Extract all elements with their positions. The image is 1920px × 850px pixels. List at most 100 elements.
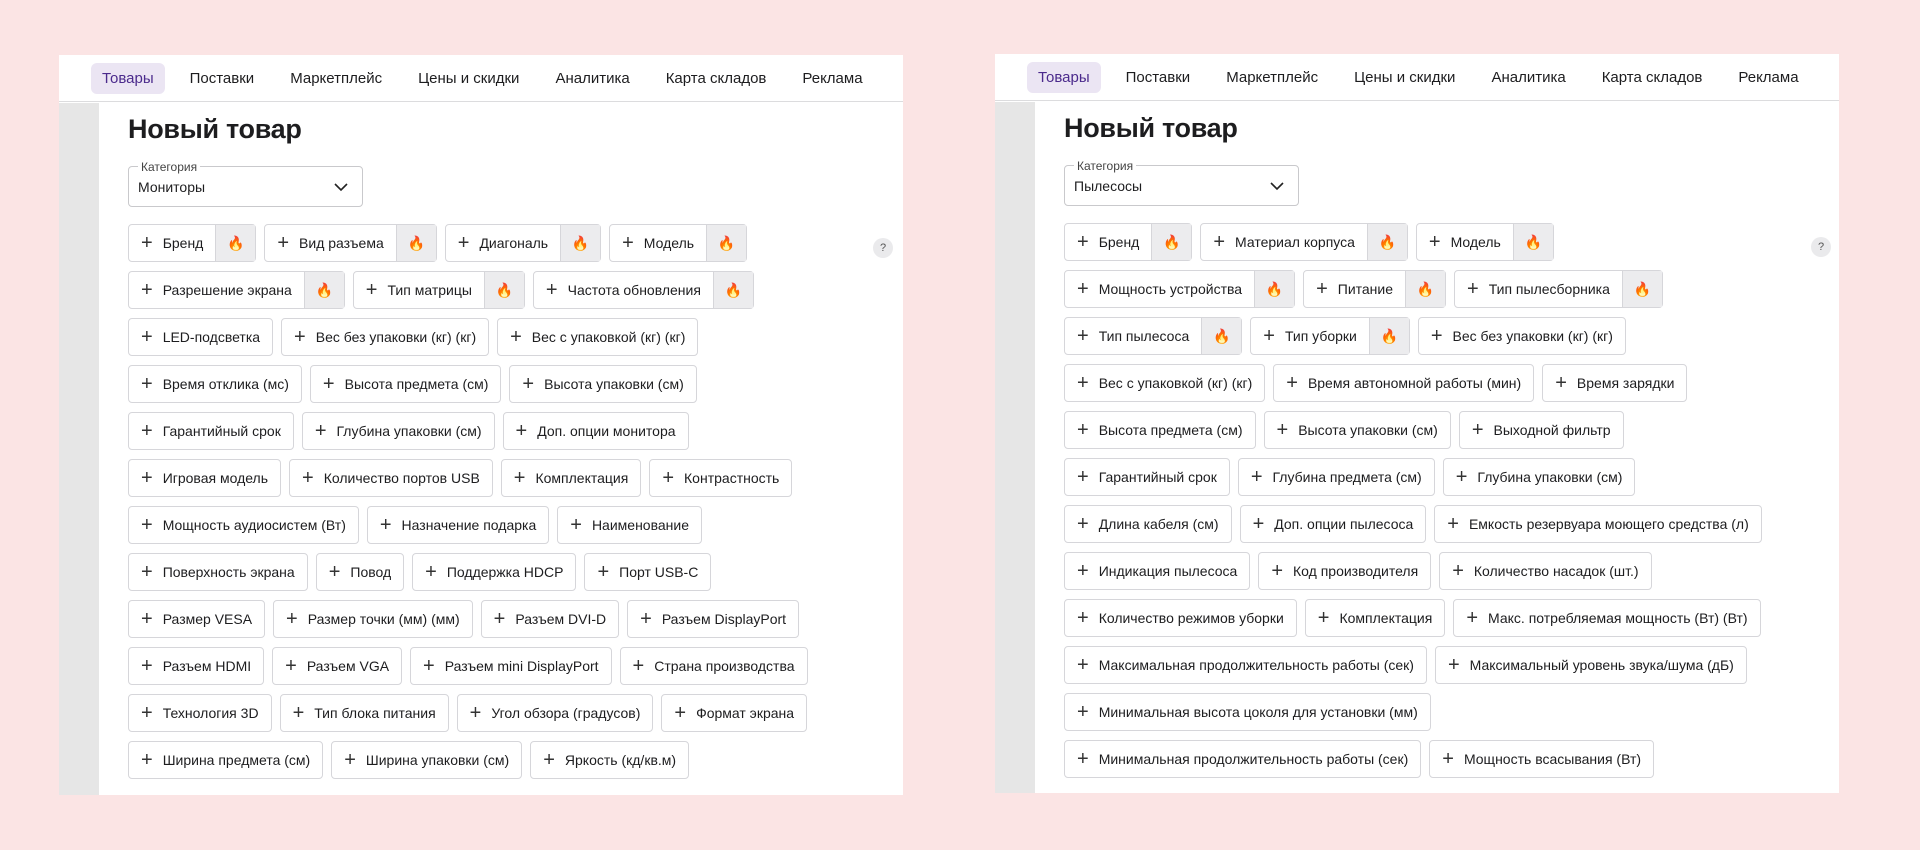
plus-icon: +	[141, 608, 153, 630]
add-attribute-chip[interactable]: + Ширина предмета (см)	[128, 741, 324, 779]
nav-tab-analytics[interactable]: Аналитика	[1480, 62, 1576, 93]
add-attribute-chip[interactable]: + Бренд 🔥	[1064, 223, 1193, 261]
add-attribute-chip[interactable]: + Яркость (кд/кв.м)	[530, 741, 690, 779]
add-attribute-chip[interactable]: + Комплектация	[500, 459, 642, 497]
add-attribute-chip[interactable]: + Доп. опции пылесоса	[1239, 505, 1427, 543]
add-attribute-chip[interactable]: + Бренд 🔥	[128, 224, 257, 262]
add-attribute-chip[interactable]: + Минимальная продолжительность работы (с…	[1064, 740, 1422, 778]
nav-tab-ads[interactable]: Реклама	[791, 63, 873, 94]
add-attribute-chip[interactable]: + Диагональ 🔥	[444, 224, 602, 262]
nav-tab-warehouse-map[interactable]: Карта складов	[655, 63, 778, 94]
add-attribute-chip[interactable]: + Максимальный уровень звука/шума (дБ)	[1434, 646, 1747, 684]
add-attribute-chip[interactable]: + Высота упаковки (см)	[1263, 411, 1451, 449]
add-attribute-chip[interactable]: + Время автономной работы (мин)	[1273, 364, 1535, 402]
add-attribute-chip[interactable]: + Игровая модель	[128, 459, 282, 497]
chip-label: Назначение подарка	[401, 517, 537, 533]
add-attribute-chip[interactable]: + Разъем HDMI	[128, 647, 265, 685]
add-attribute-chip[interactable]: + Количество портов USB	[289, 459, 493, 497]
add-attribute-chip[interactable]: + Код производителя	[1258, 552, 1432, 590]
nav-tab-marketplace[interactable]: Маркетплейс	[1215, 62, 1329, 93]
add-attribute-chip[interactable]: + Индикация пылесоса	[1064, 552, 1251, 590]
add-attribute-chip[interactable]: + Формат экрана	[661, 694, 808, 732]
nav-tab-products[interactable]: Товары	[91, 62, 165, 94]
add-attribute-chip[interactable]: + Разъем VGA	[272, 647, 403, 685]
chip-body: + Максимальный уровень звука/шума (дБ)	[1436, 647, 1746, 683]
add-attribute-chip[interactable]: + Доп. опции монитора	[502, 412, 689, 450]
add-attribute-chip[interactable]: + Угол обзора (градусов)	[456, 694, 654, 732]
add-attribute-chip[interactable]: + Гарантийный срок	[128, 412, 294, 450]
add-attribute-chip[interactable]: + Разрешение экрана 🔥	[128, 271, 345, 309]
add-attribute-chip[interactable]: + Модель 🔥	[1415, 223, 1554, 261]
add-attribute-chip[interactable]: + Технология 3D	[128, 694, 272, 732]
add-attribute-chip[interactable]: + Высота упаковки (см)	[509, 365, 697, 403]
nav-tab-warehouse-map[interactable]: Карта складов	[1591, 62, 1714, 93]
add-attribute-chip[interactable]: + Частота обновления 🔥	[532, 271, 754, 309]
add-attribute-chip[interactable]: + Разъем DisplayPort	[627, 600, 800, 638]
add-attribute-chip[interactable]: + Повод	[315, 553, 405, 591]
add-attribute-chip[interactable]: + Вес без упаковки (кг) (кг)	[281, 318, 490, 356]
plus-icon: +	[1077, 278, 1089, 300]
chip-body: + Комплектация	[1306, 600, 1445, 636]
add-attribute-chip[interactable]: + Емкость резервуара моющего средства (л)	[1434, 505, 1762, 543]
add-attribute-chip[interactable]: + LED-подсветка	[128, 318, 274, 356]
add-attribute-chip[interactable]: + Длина кабеля (см)	[1064, 505, 1232, 543]
add-attribute-chip[interactable]: + Мощность всасывания (Вт)	[1429, 740, 1655, 778]
add-attribute-chip[interactable]: + Страна производства	[619, 647, 808, 685]
category-select[interactable]: Категория Мониторы	[128, 160, 363, 207]
add-attribute-chip[interactable]: + Количество режимов уборки	[1064, 599, 1297, 637]
add-attribute-chip[interactable]: + Количество насадок (шт.)	[1439, 552, 1652, 590]
add-attribute-chip[interactable]: + Поверхность экрана	[128, 553, 308, 591]
add-attribute-chip[interactable]: + Высота предмета (см)	[1064, 411, 1256, 449]
add-attribute-chip[interactable]: + Время отклика (мс)	[128, 365, 302, 403]
add-attribute-chip[interactable]: + Размер точки (мм) (мм)	[273, 600, 473, 638]
add-attribute-chip[interactable]: + Ширина упаковки (см)	[331, 741, 523, 779]
add-attribute-chip[interactable]: + Макс. потребляемая мощность (Вт) (Вт)	[1453, 599, 1761, 637]
add-attribute-chip[interactable]: + Время зарядки	[1542, 364, 1688, 402]
add-attribute-chip[interactable]: + Контрастность	[649, 459, 793, 497]
add-attribute-chip[interactable]: + Разъем mini DisplayPort	[410, 647, 612, 685]
help-icon[interactable]: ?	[1811, 237, 1831, 257]
add-attribute-chip[interactable]: + Тип пылесоса 🔥	[1064, 317, 1243, 355]
chip-body: + Ширина предмета (см)	[129, 742, 322, 778]
help-icon[interactable]: ?	[873, 238, 893, 258]
add-attribute-chip[interactable]: + Глубина предмета (см)	[1237, 458, 1435, 496]
add-attribute-chip[interactable]: + Высота предмета (см)	[309, 365, 502, 403]
add-attribute-chip[interactable]: + Вес без упаковки (кг) (кг)	[1417, 317, 1626, 355]
nav-tab-prices[interactable]: Цены и скидки	[407, 63, 530, 94]
add-attribute-chip[interactable]: + Тип матрицы 🔥	[352, 271, 525, 309]
sidebar	[995, 102, 1035, 793]
add-attribute-chip[interactable]: + Тип блока питания	[279, 694, 449, 732]
add-attribute-chip[interactable]: + Мощность устройства 🔥	[1064, 270, 1296, 308]
add-attribute-chip[interactable]: + Назначение подарка	[366, 506, 550, 544]
nav-tab-analytics[interactable]: Аналитика	[544, 63, 640, 94]
add-attribute-chip[interactable]: + Вес с упаковкой (кг) (кг)	[497, 318, 699, 356]
nav-tab-supplies[interactable]: Поставки	[1115, 62, 1202, 93]
nav-tab-supplies[interactable]: Поставки	[179, 63, 266, 94]
add-attribute-chip[interactable]: + Порт USB-C	[584, 553, 712, 591]
category-select[interactable]: Категория Пылесосы	[1064, 159, 1299, 206]
nav-tab-prices[interactable]: Цены и скидки	[1343, 62, 1466, 93]
nav-tab-products[interactable]: Товары	[1027, 61, 1101, 93]
add-attribute-chip[interactable]: + Вес с упаковкой (кг) (кг)	[1064, 364, 1266, 402]
chip-body: + Диагональ	[446, 225, 560, 261]
add-attribute-chip[interactable]: + Вид разъема 🔥	[264, 224, 437, 262]
add-attribute-chip[interactable]: + Наименование	[557, 506, 702, 544]
add-attribute-chip[interactable]: + Мощность аудиосистем (Вт)	[128, 506, 359, 544]
add-attribute-chip[interactable]: + Материал корпуса 🔥	[1200, 223, 1408, 261]
add-attribute-chip[interactable]: + Глубина упаковки (см)	[301, 412, 495, 450]
add-attribute-chip[interactable]: + Модель 🔥	[609, 224, 748, 262]
add-attribute-chip[interactable]: + Комплектация	[1304, 599, 1446, 637]
nav-tab-marketplace[interactable]: Маркетплейс	[279, 63, 393, 94]
add-attribute-chip[interactable]: + Выходной фильтр	[1458, 411, 1624, 449]
add-attribute-chip[interactable]: + Тип пылесборника 🔥	[1454, 270, 1663, 308]
add-attribute-chip[interactable]: + Минимальная высота цоколя для установки…	[1064, 693, 1431, 731]
add-attribute-chip[interactable]: + Питание 🔥	[1303, 270, 1447, 308]
add-attribute-chip[interactable]: + Максимальная продолжительность работы (…	[1064, 646, 1427, 684]
add-attribute-chip[interactable]: + Разъем DVI-D	[480, 600, 620, 638]
nav-tab-ads[interactable]: Реклама	[1727, 62, 1809, 93]
add-attribute-chip[interactable]: + Размер VESA	[128, 600, 266, 638]
add-attribute-chip[interactable]: + Поддержка HDCP	[412, 553, 577, 591]
add-attribute-chip[interactable]: + Гарантийный срок	[1064, 458, 1230, 496]
add-attribute-chip[interactable]: + Глубина упаковки (см)	[1442, 458, 1636, 496]
add-attribute-chip[interactable]: + Тип уборки 🔥	[1250, 317, 1410, 355]
